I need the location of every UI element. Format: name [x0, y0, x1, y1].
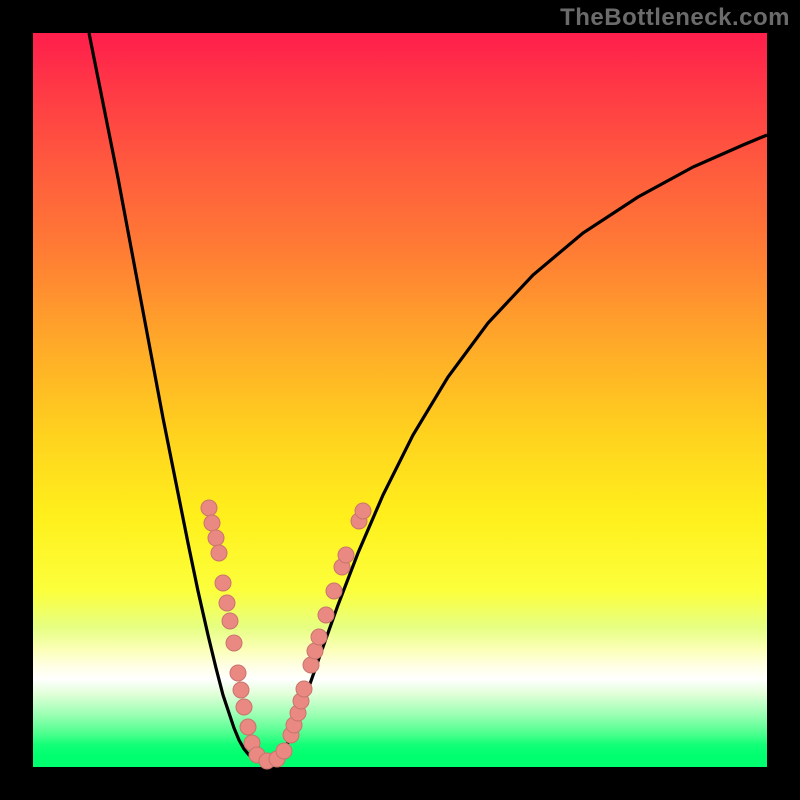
data-dot: [204, 515, 220, 531]
data-dot: [326, 583, 342, 599]
curve-group: [89, 33, 767, 762]
data-dot: [236, 699, 252, 715]
data-dot: [307, 643, 323, 659]
data-dot: [276, 743, 292, 759]
data-dot: [226, 635, 242, 651]
data-dot: [211, 545, 227, 561]
data-dot: [233, 682, 249, 698]
right-curve: [280, 135, 767, 759]
data-dot: [222, 613, 238, 629]
data-dot: [208, 530, 224, 546]
data-dot: [318, 607, 334, 623]
data-dot: [215, 575, 231, 591]
data-dot: [311, 629, 327, 645]
data-dot: [303, 657, 319, 673]
data-dots: [201, 500, 371, 769]
data-dot: [240, 719, 256, 735]
chart-svg: [33, 33, 767, 767]
left-curve: [89, 33, 254, 759]
chart-frame: TheBottleneck.com: [0, 0, 800, 800]
data-dot: [296, 681, 312, 697]
watermark-text: TheBottleneck.com: [560, 4, 790, 32]
data-dot: [230, 665, 246, 681]
data-dot: [355, 503, 371, 519]
data-dot: [338, 547, 354, 563]
data-dot: [201, 500, 217, 516]
data-dot: [219, 595, 235, 611]
